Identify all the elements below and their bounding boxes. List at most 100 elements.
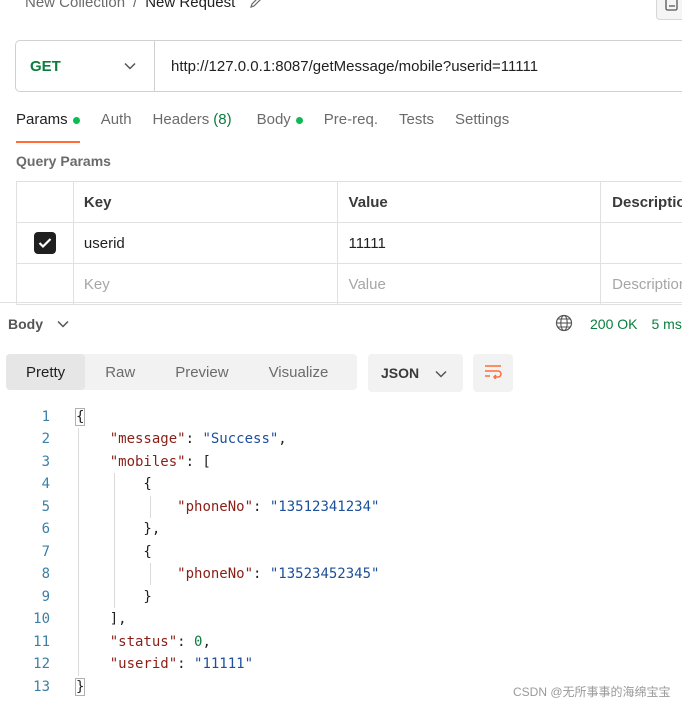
- wrap-lines-button[interactable]: [473, 354, 513, 392]
- row-checkbox-cell: [17, 223, 74, 263]
- json-string: "Success": [202, 431, 279, 447]
- code-line: 3 "mobiles": [: [0, 451, 682, 473]
- tab-params[interactable]: Params: [16, 111, 80, 143]
- code-line: 6 },: [0, 518, 682, 540]
- panel-divider[interactable]: [0, 302, 682, 303]
- new-description-input[interactable]: Description: [601, 264, 682, 304]
- headers-count: (8): [213, 111, 232, 128]
- table-header-row: Key Value Description: [17, 182, 682, 223]
- param-value[interactable]: 11111: [338, 223, 602, 263]
- code-text: "mobiles": [: [109, 454, 211, 470]
- code-text: "phoneNo": "13512341234": [177, 499, 380, 515]
- param-key[interactable]: userid: [74, 223, 338, 263]
- query-params-table: Key Value Description userid 11111 Key V…: [16, 181, 682, 305]
- code-line: 7 {: [0, 541, 682, 563]
- tab-pretty[interactable]: Pretty: [6, 354, 86, 390]
- tab-params-label: Params: [16, 111, 68, 128]
- response-time[interactable]: 5 ms: [651, 316, 681, 332]
- code-line: 11 "status": 0,: [0, 631, 682, 653]
- code-text: "userid": "11111": [109, 656, 254, 672]
- tab-headers[interactable]: Headers (8): [153, 111, 232, 143]
- json-key: "message": [109, 431, 186, 447]
- tab-settings[interactable]: Settings: [455, 111, 509, 143]
- code-text: {: [76, 544, 152, 560]
- check-icon: [38, 238, 52, 249]
- code-text: }: [74, 678, 86, 696]
- table-row-empty: Key Value Description: [17, 264, 682, 305]
- method-label: GET: [30, 57, 61, 75]
- docs-icon: [665, 0, 679, 16]
- line-number: 8: [41, 566, 50, 582]
- url-bar: GET http://127.0.0.1:8087/getMessage/mob…: [15, 40, 682, 92]
- tab-tests[interactable]: Tests: [399, 111, 434, 143]
- line-number: 4: [41, 476, 50, 492]
- line-number: 6: [41, 521, 50, 537]
- json-key: "userid": [109, 656, 178, 672]
- breadcrumb-request[interactable]: New Request: [145, 0, 235, 11]
- header-description: Description: [612, 193, 682, 211]
- status-badge[interactable]: 200 OK: [590, 316, 637, 332]
- query-params-title: Query Params: [16, 153, 111, 169]
- line-number: 5: [41, 499, 50, 515]
- code-line: 10 ],: [0, 608, 682, 630]
- response-view-tabs: Pretty Raw Preview Visualize: [6, 354, 357, 390]
- json-string: "13512341234": [269, 499, 380, 515]
- header-checkbox-cell: [17, 182, 74, 222]
- line-number: 10: [33, 611, 50, 627]
- code-line: 2 "message": "Success",: [0, 428, 682, 450]
- url-input[interactable]: http://127.0.0.1:8087/getMessage/mobile?…: [155, 58, 538, 75]
- wrap-lines-icon: [483, 363, 503, 384]
- response-meta: 200 OK 5 ms: [555, 313, 682, 335]
- tab-headers-label: Headers: [152, 111, 210, 128]
- tab-visualize[interactable]: Visualize: [249, 354, 349, 390]
- line-number: 2: [41, 431, 50, 447]
- code-text: "phoneNo": "13523452345": [177, 566, 380, 582]
- line-number: 11: [33, 634, 50, 650]
- format-label: JSON: [381, 365, 420, 381]
- tab-preview[interactable]: Preview: [155, 354, 248, 390]
- method-select[interactable]: GET: [16, 41, 155, 91]
- response-body-label: Body: [8, 316, 43, 332]
- chevron-down-icon: [124, 57, 136, 75]
- tab-auth[interactable]: Auth: [101, 111, 132, 143]
- line-number: 3: [41, 454, 50, 470]
- code-text: {: [76, 476, 152, 492]
- chevron-down-icon: [57, 320, 69, 328]
- json-key: "mobiles": [109, 454, 186, 470]
- watermark: CSDN @无所事事的海绵宝宝: [513, 685, 671, 699]
- code-line: 12 "userid": "11111": [0, 653, 682, 675]
- json-key: "phoneNo": [177, 566, 254, 582]
- pencil-icon[interactable]: [249, 0, 263, 9]
- json-string: "11111": [194, 656, 254, 672]
- code-text: }: [76, 589, 152, 605]
- line-number: 12: [33, 656, 50, 672]
- line-number: 1: [41, 409, 50, 425]
- globe-icon[interactable]: [555, 314, 573, 335]
- chevron-down-icon: [435, 365, 447, 381]
- breadcrumb-collection[interactable]: New Collection: [25, 0, 125, 11]
- request-tabs: Params Auth Headers (8) Body Pre-req. Te…: [16, 111, 509, 143]
- new-value-input[interactable]: Value: [338, 264, 602, 304]
- tab-raw[interactable]: Raw: [85, 354, 155, 390]
- tab-body-label: Body: [256, 111, 291, 128]
- tab-body[interactable]: Body: [257, 111, 303, 143]
- header-value: Value: [338, 182, 602, 222]
- docs-button[interactable]: [656, 0, 682, 20]
- json-number: 0: [194, 634, 203, 650]
- new-key-input[interactable]: Key: [74, 264, 338, 304]
- line-number: 13: [33, 679, 50, 695]
- param-checkbox[interactable]: [33, 232, 56, 254]
- json-key: "phoneNo": [177, 499, 254, 515]
- line-number: 9: [41, 589, 50, 605]
- table-row: userid 11111: [17, 223, 682, 264]
- tab-prereq[interactable]: Pre-req.: [324, 111, 378, 143]
- body-active-dot: [295, 117, 303, 124]
- tab-auth-label: Auth: [100, 111, 132, 128]
- code-text: },: [76, 521, 161, 537]
- code-text: ],: [76, 611, 127, 627]
- code-text: {: [74, 408, 86, 426]
- format-select[interactable]: JSON: [368, 354, 463, 392]
- code-line: 1 {: [0, 406, 682, 428]
- param-description[interactable]: [601, 223, 682, 263]
- response-body-toggle[interactable]: Body: [8, 314, 69, 334]
